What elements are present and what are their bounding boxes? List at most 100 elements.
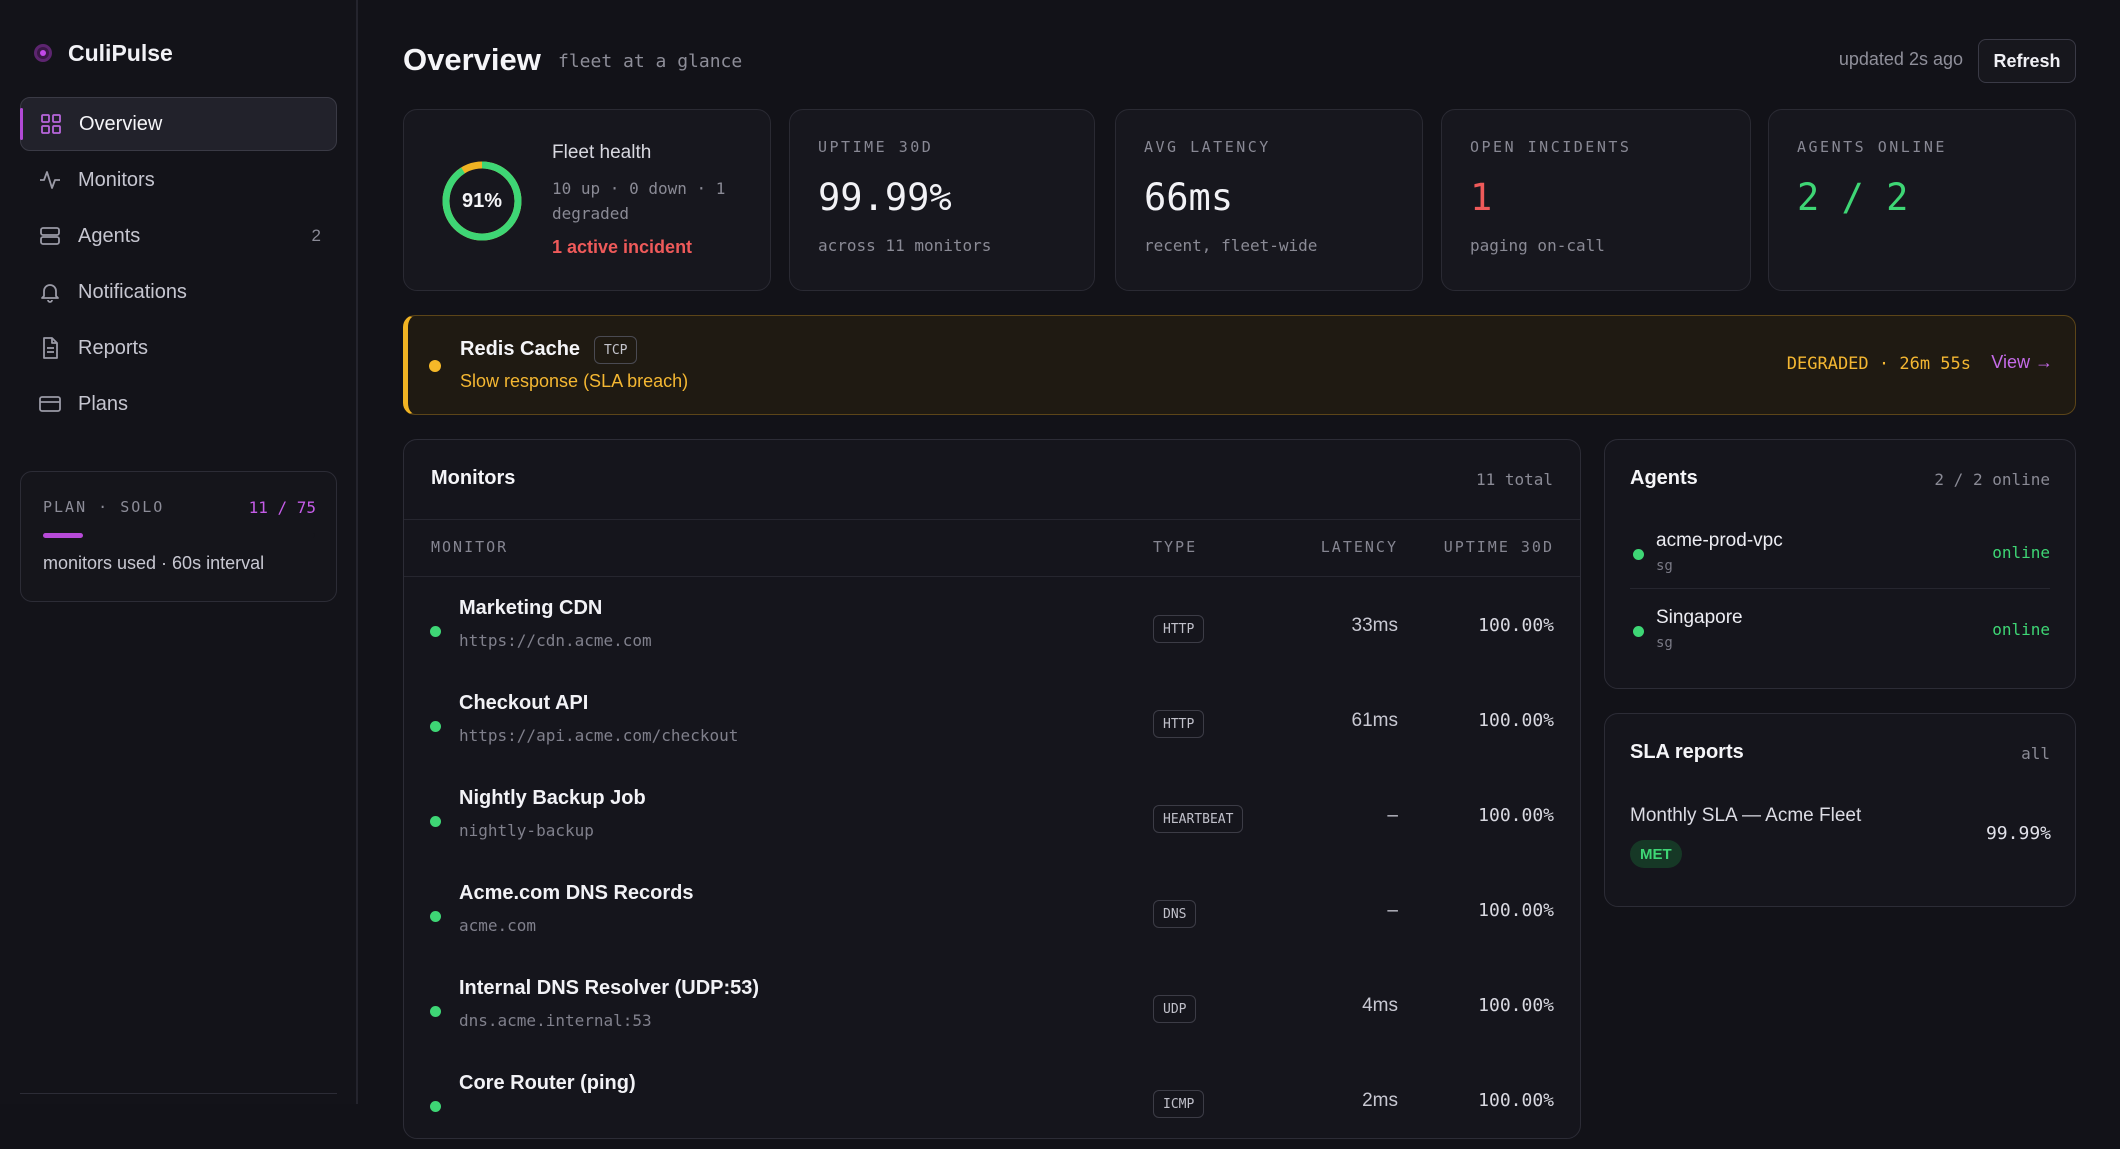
plan-caption: monitors used · 60s interval	[43, 553, 265, 573]
monitor-type-badge: HEARTBEAT	[1153, 805, 1244, 833]
page-title: Overview	[403, 42, 541, 77]
table-row[interactable]: Marketing CDN https://cdn.acme.com HTTP …	[404, 579, 1580, 674]
stat-sub: paging on-call	[1470, 236, 1605, 255]
table-row[interactable]: Core Router (ping) ICMP 2ms 100.00%	[404, 1054, 1580, 1149]
monitors-total: 11 total	[1475, 470, 1553, 489]
sidebar-item-label: Notifications	[78, 280, 187, 303]
stat-value: 66ms	[1144, 176, 1234, 219]
agents-online-card[interactable]: AGENTS ONLINE 2 / 2	[1768, 109, 2076, 291]
avg-latency-card[interactable]: AVG LATENCY 66ms recent, fleet-wide	[1115, 109, 1423, 291]
table-row[interactable]: Acme.com DNS Records acme.com DNS – 100.…	[404, 864, 1580, 959]
status-up-dot	[430, 1006, 441, 1017]
status-up-dot	[430, 816, 441, 827]
column-header-monitor[interactable]: MONITOR	[431, 538, 508, 556]
list-item[interactable]: Singapore sg online	[1630, 591, 2050, 666]
status-up-dot	[430, 721, 441, 732]
monitor-name: Checkout API	[459, 692, 589, 714]
brand[interactable]: CuliPulse	[34, 38, 173, 68]
sidebar: CuliPulse Overview Monitors Agents 2 Not…	[0, 0, 358, 1104]
column-header-type[interactable]: TYPE	[1153, 538, 1197, 556]
card-icon	[38, 392, 62, 416]
agent-name: acme-prod-vpc	[1656, 530, 1783, 551]
monitor-type-badge: HTTP	[1153, 710, 1205, 738]
monitor-name: Acme.com DNS Records	[459, 882, 694, 904]
monitor-target: dns.acme.internal:53	[459, 1011, 652, 1030]
view-incident-link[interactable]: View →	[1991, 352, 2053, 373]
plan-usage-bar	[43, 533, 315, 538]
bell-icon	[38, 280, 62, 304]
agents-count-badge: 2	[311, 226, 321, 245]
file-icon	[38, 336, 62, 360]
sidebar-item-label: Reports	[78, 336, 149, 359]
table-row[interactable]: Internal DNS Resolver (UDP:53) dns.acme.…	[404, 959, 1580, 1054]
monitor-type-badge: DNS	[1153, 900, 1197, 928]
stat-value: 2 / 2	[1797, 176, 1909, 219]
divider	[404, 519, 1580, 520]
monitor-name: Nightly Backup Job	[459, 787, 646, 809]
sidebar-item-monitors[interactable]: Monitors	[20, 153, 337, 207]
plan-card[interactable]: PLAN · SOLO 11 / 75 monitors used · 60s …	[20, 471, 337, 602]
sidebar-nav: Overview Monitors Agents 2 Notifications	[20, 97, 337, 433]
agents-summary: 2 / 2 online	[1934, 470, 2050, 489]
monitor-latency: –	[1387, 900, 1398, 921]
sla-reports-panel: SLA reports all Monthly SLA — Acme Fleet…	[1604, 713, 2076, 907]
alert-type-badge: TCP	[594, 336, 638, 364]
monitor-uptime: 100.00%	[1478, 615, 1554, 636]
column-header-latency[interactable]: LATENCY	[1321, 538, 1398, 556]
sidebar-item-overview[interactable]: Overview	[20, 97, 337, 151]
stat-label: AGENTS ONLINE	[1797, 138, 1947, 156]
sla-filter[interactable]: all	[2021, 744, 2050, 763]
monitor-target: https://cdn.acme.com	[459, 631, 652, 650]
table-row[interactable]: Checkout API https://api.acme.com/checko…	[404, 674, 1580, 769]
table-row[interactable]: Nightly Backup Job nightly-backup HEARTB…	[404, 769, 1580, 864]
sidebar-item-label: Plans	[78, 392, 129, 415]
uptime-card[interactable]: UPTIME 30D 99.99% across 11 monitors	[789, 109, 1095, 291]
plan-usage-fill	[43, 533, 83, 538]
health-percent: 91%	[461, 189, 503, 212]
column-header-uptime[interactable]: UPTIME 30D	[1444, 538, 1554, 556]
activity-icon	[38, 168, 62, 192]
stat-label: UPTIME 30D	[818, 138, 934, 156]
agent-name: Singapore	[1656, 607, 1743, 628]
status-up-dot	[430, 626, 441, 637]
grid-icon	[39, 112, 63, 136]
monitor-uptime: 100.00%	[1478, 805, 1554, 826]
logo-icon	[34, 44, 52, 62]
refresh-button[interactable]: Refresh	[1978, 39, 2076, 83]
sla-report-name[interactable]: Monthly SLA — Acme Fleet	[1630, 805, 1861, 827]
agent-region: sg	[1656, 558, 1673, 574]
monitor-type-badge: ICMP	[1153, 1090, 1205, 1118]
sidebar-item-reports[interactable]: Reports	[20, 321, 337, 375]
monitor-target: nightly-backup	[459, 821, 594, 840]
divider	[1630, 588, 2050, 589]
monitor-target: https://api.acme.com/checkout	[459, 726, 739, 745]
open-incidents-card[interactable]: OPEN INCIDENTS 1 paging on-call	[1441, 109, 1751, 291]
agent-status: online	[1992, 543, 2050, 562]
stat-sub: recent, fleet-wide	[1144, 236, 1318, 255]
active-incident-link[interactable]: 1 active incident	[552, 237, 692, 258]
sidebar-item-notifications[interactable]: Notifications	[20, 265, 337, 319]
panel-title: Agents	[1630, 467, 1698, 489]
incident-banner[interactable]: Redis Cache TCP Slow response (SLA breac…	[403, 315, 2076, 415]
sidebar-item-agents[interactable]: Agents 2	[20, 209, 337, 263]
status-up-dot	[1633, 626, 1644, 637]
stat-label: AVG LATENCY	[1144, 138, 1271, 156]
degraded-status-dot	[429, 360, 441, 372]
sidebar-item-label: Agents	[78, 224, 141, 247]
monitor-latency: –	[1387, 805, 1398, 826]
fleet-health-card[interactable]: 91% Fleet health 10 up · 0 down · 1 degr…	[403, 109, 771, 291]
health-detail: 10 up · 0 down · 1 degraded	[552, 179, 726, 223]
list-item[interactable]: acme-prod-vpc sg online	[1630, 514, 2050, 589]
stat-value: 1	[1470, 176, 1493, 219]
monitor-target: acme.com	[459, 916, 537, 935]
page-subtitle: fleet at a glance	[558, 51, 743, 72]
sla-met-badge: MET	[1630, 840, 1682, 868]
monitor-name: Core Router (ping)	[459, 1072, 636, 1094]
sidebar-item-plans[interactable]: Plans	[20, 377, 337, 431]
monitor-latency: 2ms	[1362, 1090, 1398, 1111]
status-up-dot	[430, 911, 441, 922]
monitor-name: Marketing CDN	[459, 597, 603, 619]
plan-usage: 11 / 75	[248, 498, 316, 517]
status-up-dot	[430, 1101, 441, 1112]
health-title: Fleet health	[552, 142, 652, 163]
